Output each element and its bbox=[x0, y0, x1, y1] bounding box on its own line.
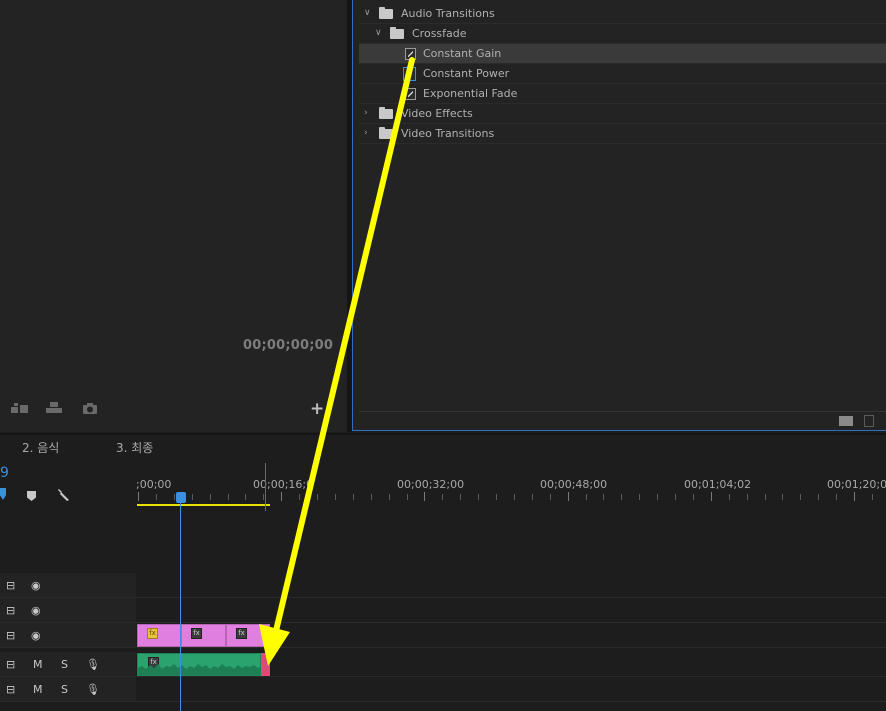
annotation-arrow bbox=[259, 57, 415, 666]
